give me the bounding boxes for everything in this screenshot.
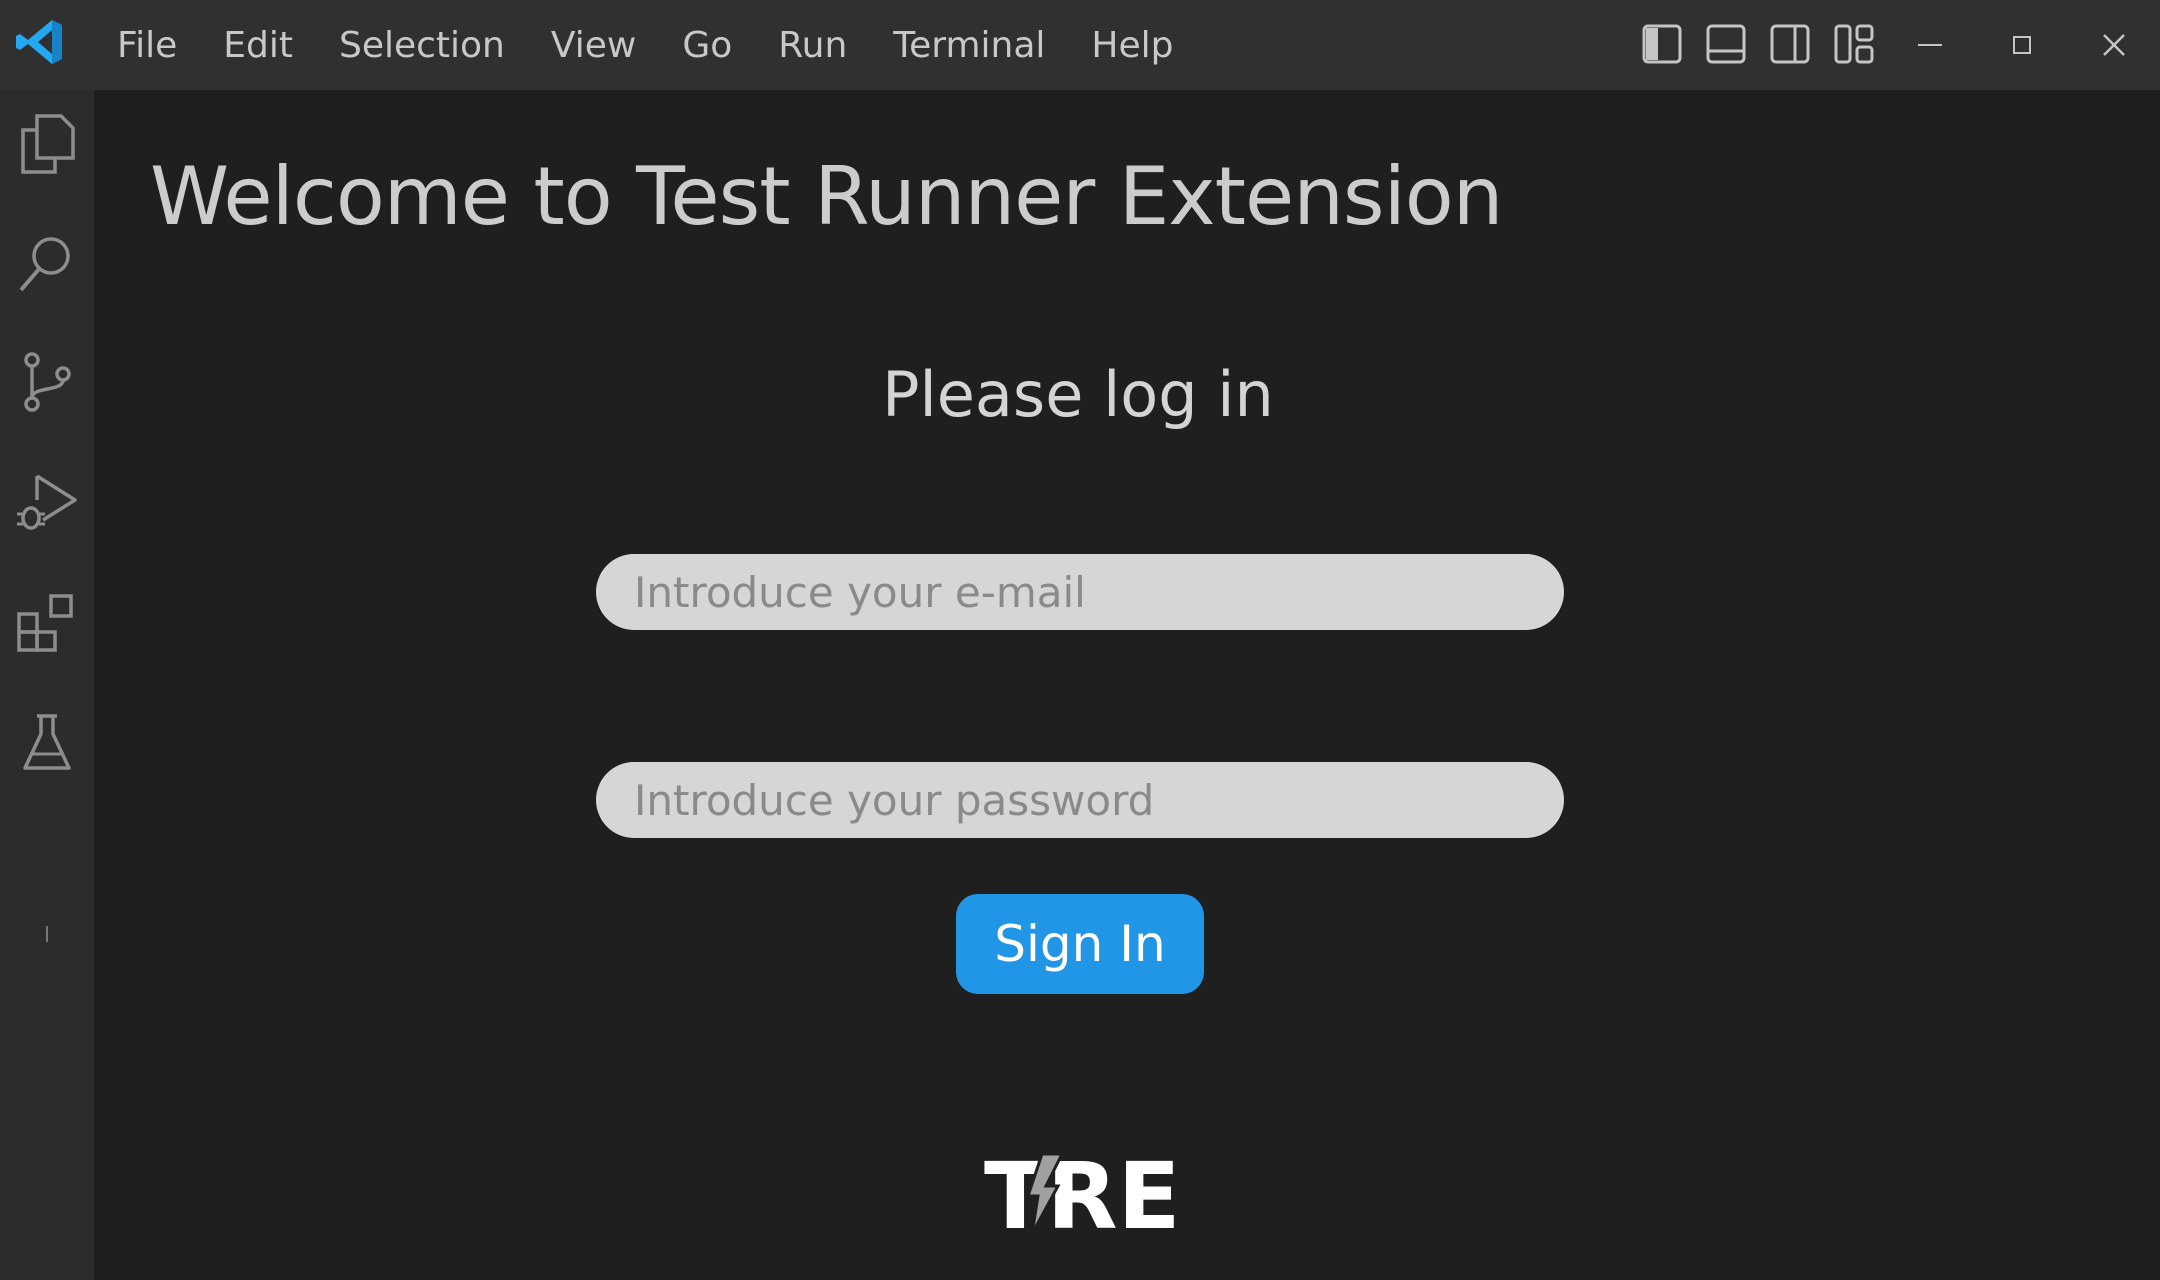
password-field[interactable] [596, 762, 1564, 838]
menu-bar: File Edit Selection View Go Run Terminal… [94, 0, 1196, 90]
toggle-panel-icon[interactable] [1704, 22, 1748, 66]
toggle-primary-sidebar-icon[interactable] [1640, 22, 1684, 66]
welcome-title: Welcome to Test Runner Extension [150, 150, 1503, 243]
activity-bar [0, 90, 94, 1280]
menu-edit[interactable]: Edit [200, 0, 316, 90]
layout-controls [1640, 22, 1876, 66]
sign-in-button[interactable]: Sign In [956, 894, 1204, 994]
run-debug-icon[interactable] [13, 468, 81, 536]
menu-run[interactable]: Run [755, 0, 870, 90]
vscode-logo-icon [14, 16, 66, 68]
activity-bar-separator [46, 926, 48, 942]
explorer-icon[interactable] [13, 110, 81, 178]
minimize-icon[interactable] [1884, 0, 1976, 90]
customize-layout-icon[interactable] [1832, 22, 1876, 66]
tre-logo-text: TRE [984, 1150, 1180, 1240]
tre-logo: TRE [984, 1143, 1184, 1250]
maximize-icon[interactable] [1976, 0, 2068, 90]
close-icon[interactable] [2068, 0, 2160, 90]
search-icon[interactable] [13, 230, 81, 298]
email-field[interactable] [596, 554, 1564, 630]
title-bar: File Edit Selection View Go Run Terminal… [0, 0, 2160, 90]
testing-icon[interactable] [13, 708, 81, 776]
window-controls [1884, 0, 2160, 90]
menu-file[interactable]: File [94, 0, 200, 90]
source-control-icon[interactable] [13, 348, 81, 416]
menu-help[interactable]: Help [1068, 0, 1196, 90]
menu-view[interactable]: View [528, 0, 659, 90]
menu-go[interactable]: Go [659, 0, 755, 90]
login-title: Please log in [882, 358, 1274, 431]
menu-terminal[interactable]: Terminal [870, 0, 1068, 90]
menu-selection[interactable]: Selection [316, 0, 528, 90]
editor-webview: Welcome to Test Runner Extension Please … [94, 90, 2160, 1280]
toggle-secondary-sidebar-icon[interactable] [1768, 22, 1812, 66]
extensions-icon[interactable] [13, 588, 81, 656]
